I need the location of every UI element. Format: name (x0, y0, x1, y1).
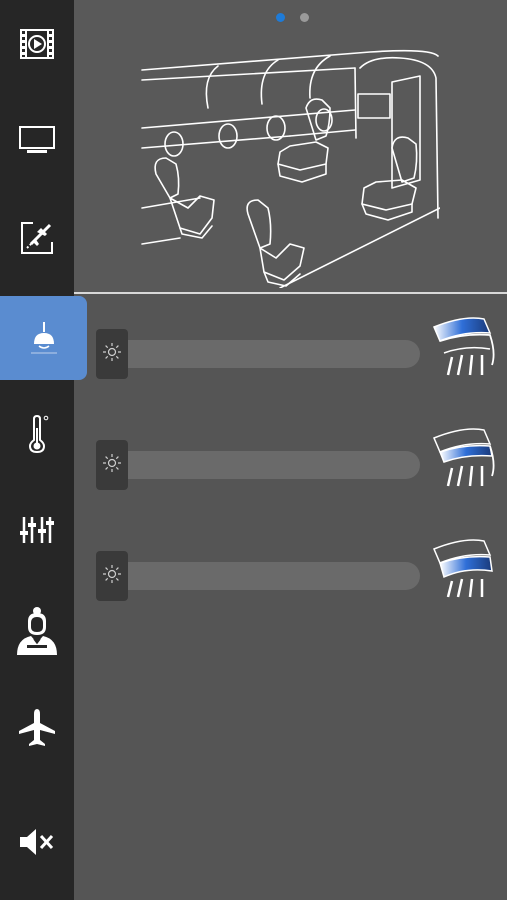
page-dot-1[interactable] (276, 13, 285, 22)
nav-mute[interactable] (0, 800, 74, 884)
nav-flight-map[interactable] (0, 196, 74, 280)
zone-lower-icon (430, 535, 496, 610)
nav-temperature[interactable] (0, 392, 74, 476)
zone-upper-icon (430, 313, 496, 388)
nav-media[interactable] (0, 2, 74, 86)
panel-divider (74, 292, 507, 294)
sidebar (0, 0, 87, 900)
nav-display[interactable] (0, 98, 74, 182)
thermometer-icon (25, 414, 49, 454)
brightness-icon (102, 342, 122, 367)
slider-thumb[interactable] (96, 329, 128, 379)
cabin-illustration (140, 48, 441, 293)
slider-track[interactable] (104, 562, 420, 590)
airplane-icon (17, 707, 57, 749)
brightness-icon (102, 564, 122, 589)
nav-flight-info[interactable] (0, 686, 74, 770)
lighting-icon (29, 320, 59, 356)
slider-track[interactable] (104, 340, 420, 368)
slider-track[interactable] (104, 451, 420, 479)
display-icon (18, 125, 56, 155)
media-icon (19, 28, 55, 60)
brightness-icon (102, 453, 122, 478)
mute-icon (18, 827, 56, 857)
zone-middle-icon (430, 424, 496, 499)
nav-audio-settings[interactable] (0, 488, 74, 572)
lighting-slider-middle[interactable] (96, 428, 496, 496)
flight-attendant-icon (15, 605, 59, 655)
slider-thumb[interactable] (96, 440, 128, 490)
page-dot-2[interactable] (300, 13, 309, 22)
lighting-slider-lower[interactable] (96, 539, 496, 607)
flight-map-icon (19, 220, 55, 256)
page-indicator (276, 13, 309, 22)
nav-attendant[interactable] (0, 588, 74, 672)
lighting-slider-upper[interactable] (96, 317, 496, 385)
slider-thumb[interactable] (96, 551, 128, 601)
sliders-icon (19, 515, 55, 545)
nav-lighting[interactable] (0, 296, 87, 380)
